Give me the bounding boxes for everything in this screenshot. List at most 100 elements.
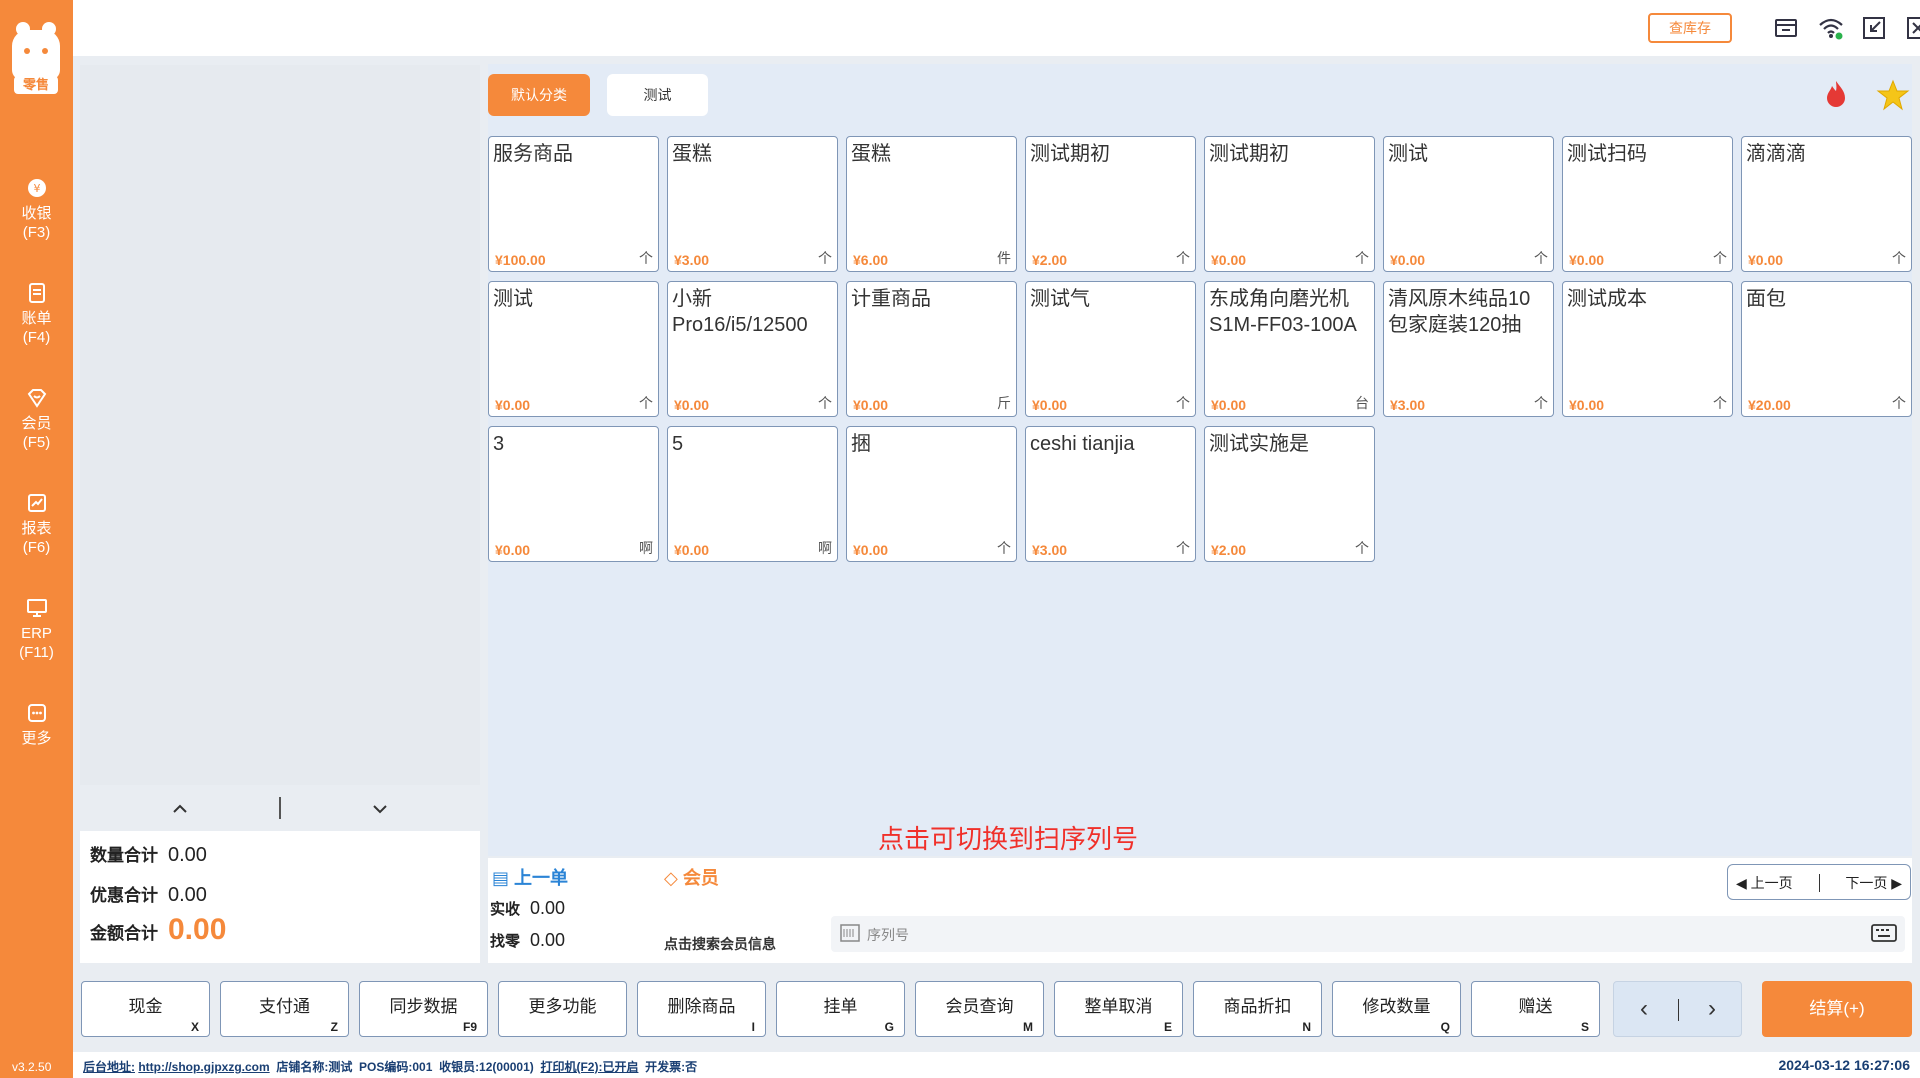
backend-url-link[interactable]: http://shop.gjpxzg.com bbox=[138, 1060, 269, 1074]
circle-left-icon: ◀ bbox=[1736, 875, 1747, 891]
cart-list[interactable] bbox=[80, 65, 480, 785]
member-search-link[interactable]: 点击搜索会员信息 bbox=[664, 934, 776, 954]
product-unit: 个 bbox=[997, 540, 1011, 556]
keyboard-icon[interactable] bbox=[1871, 922, 1897, 944]
hot-icon[interactable] bbox=[1820, 78, 1852, 110]
product-unit: 个 bbox=[1892, 250, 1906, 266]
function-button[interactable]: 删除商品 I bbox=[637, 981, 766, 1037]
product-tile[interactable]: 测试成本 ¥0.00 个 bbox=[1562, 281, 1733, 417]
sidebar-item-erp[interactable]: ERP (F11) bbox=[0, 596, 73, 662]
function-button[interactable]: 支付通 Z bbox=[220, 981, 349, 1037]
function-button[interactable]: 挂单 G bbox=[776, 981, 905, 1037]
function-shortcut: I bbox=[751, 1020, 755, 1034]
close-icon[interactable] bbox=[1904, 14, 1920, 42]
function-button[interactable]: 修改数量 Q bbox=[1332, 981, 1461, 1037]
member-link[interactable]: ◇ 会员 bbox=[664, 864, 719, 890]
function-button[interactable]: 赠送 S bbox=[1471, 981, 1600, 1037]
product-unit: 个 bbox=[1892, 395, 1906, 411]
product-unit: 个 bbox=[1713, 250, 1727, 266]
function-button[interactable]: 商品折扣 N bbox=[1193, 981, 1322, 1037]
product-name: 测试实施是 bbox=[1209, 433, 1309, 455]
function-button[interactable]: 会员查询 M bbox=[915, 981, 1044, 1037]
sidebar-item-report[interactable]: 报表 (F6) bbox=[0, 491, 73, 557]
product-tile[interactable]: 测试期初 ¥0.00 个 bbox=[1204, 136, 1375, 272]
function-button[interactable]: 现金 X bbox=[81, 981, 210, 1037]
circle-right-icon: ▶ bbox=[1891, 875, 1902, 891]
check-stock-button[interactable]: 查库存 bbox=[1648, 13, 1732, 43]
cash-drawer-icon[interactable] bbox=[1772, 14, 1800, 42]
sidebar-item-member[interactable]: 会员 (F5) bbox=[0, 386, 73, 452]
product-name: 测试 bbox=[1388, 143, 1428, 165]
product-tile[interactable]: 小新Pro16/i5/12500 ¥0.00 个 bbox=[667, 281, 838, 417]
serial-number-input[interactable]: 序列号 bbox=[831, 916, 1905, 952]
product-price: ¥0.00 bbox=[1748, 252, 1784, 268]
sidebar-item-bill[interactable]: 账单 (F4) bbox=[0, 281, 73, 347]
sidebar-item-more[interactable]: 更多 bbox=[0, 701, 73, 748]
sidebar-key: (F4) bbox=[22, 329, 51, 346]
sidebar-item-cashier[interactable]: ¥ 收银 (F3) bbox=[0, 176, 73, 242]
chevron-left-icon[interactable]: ‹ bbox=[1640, 997, 1648, 1021]
product-price: ¥0.00 bbox=[1569, 397, 1605, 413]
product-tile[interactable]: 服务商品 ¥100.00 个 bbox=[488, 136, 659, 272]
checkout-button[interactable]: 结算(+) bbox=[1762, 981, 1912, 1037]
shrink-icon[interactable] bbox=[1860, 14, 1888, 42]
product-tile[interactable]: 计重商品 ¥0.00 斤 bbox=[846, 281, 1017, 417]
function-button[interactable]: 同步数据 F9 bbox=[359, 981, 488, 1037]
product-tile[interactable]: 测试 ¥0.00 个 bbox=[488, 281, 659, 417]
function-button[interactable]: 整单取消 E bbox=[1054, 981, 1183, 1037]
previous-order-link[interactable]: ▤ 上一单 bbox=[492, 864, 568, 890]
function-shortcut: Z bbox=[330, 1020, 338, 1034]
scan-toggle-icon[interactable] bbox=[839, 922, 861, 944]
totals-box: 数量合计 0.00 优惠合计 0.00 金额合计 0.00 bbox=[80, 831, 480, 963]
discount-total: 优惠合计 0.00 bbox=[90, 884, 207, 906]
chevron-down-icon[interactable] bbox=[366, 795, 394, 823]
tab-default-category[interactable]: 默认分类 bbox=[488, 74, 590, 116]
product-tile[interactable]: 5 ¥0.00 啊 bbox=[667, 426, 838, 562]
product-tile[interactable]: 测试实施是 ¥2.00 个 bbox=[1204, 426, 1375, 562]
member-icon bbox=[25, 386, 49, 410]
function-label: 同步数据 bbox=[389, 997, 458, 1016]
product-tile[interactable]: 测试扫码 ¥0.00 个 bbox=[1562, 136, 1733, 272]
function-shortcut: X bbox=[190, 1020, 199, 1034]
product-tile[interactable]: 面包 ¥20.00 个 bbox=[1741, 281, 1912, 417]
function-label: 删除商品 bbox=[667, 997, 736, 1016]
function-label: 会员查询 bbox=[945, 997, 1014, 1016]
product-tile[interactable]: 测试 ¥0.00 个 bbox=[1383, 136, 1554, 272]
wifi-icon[interactable] bbox=[1817, 14, 1845, 42]
cart-scroll-controls bbox=[80, 785, 480, 831]
printer-status[interactable]: 打印机(F2):已开启 bbox=[540, 1060, 638, 1074]
function-button[interactable]: 更多功能 bbox=[498, 981, 627, 1037]
product-price: ¥0.00 bbox=[1032, 397, 1068, 413]
product-tile[interactable]: 3 ¥0.00 啊 bbox=[488, 426, 659, 562]
product-price: ¥0.00 bbox=[1569, 252, 1605, 268]
sidebar-label: 账单 bbox=[21, 310, 52, 327]
function-bar: 赠送 S 修改数量 Q 商品折扣 N 整单取消 E 会员查询 M 挂单 G 删除商品 I 更多功能 同步数据 F… bbox=[73, 970, 1920, 1042]
next-page-button[interactable]: 下一页 ▶ bbox=[1845, 873, 1902, 893]
product-name: ceshi tianjia bbox=[1030, 433, 1135, 455]
logo-tag: 零售 bbox=[14, 76, 58, 94]
product-tile[interactable]: 捆 ¥0.00 个 bbox=[846, 426, 1017, 562]
product-unit: 个 bbox=[1355, 540, 1369, 556]
more-icon bbox=[25, 701, 49, 725]
product-name: 东成角向磨光机S1M-FF03-100A bbox=[1209, 288, 1357, 336]
serial-placeholder: 序列号 bbox=[867, 927, 909, 943]
favorite-star-icon[interactable] bbox=[1876, 78, 1910, 112]
product-tile[interactable]: 东成角向磨光机S1M-FF03-100A ¥0.00 台 bbox=[1204, 281, 1375, 417]
product-tile[interactable]: 测试气 ¥0.00 个 bbox=[1025, 281, 1196, 417]
chevron-right-icon[interactable]: › bbox=[1708, 997, 1716, 1021]
chevron-up-icon[interactable] bbox=[166, 795, 194, 823]
product-tile[interactable]: 蛋糕 ¥3.00 个 bbox=[667, 136, 838, 272]
status-info: 后台地址: http://shop.gjpxzg.com 店铺名称:测试 POS… bbox=[83, 1058, 697, 1075]
product-name: 测试期初 bbox=[1030, 143, 1110, 165]
tab-test[interactable]: 测试 bbox=[607, 74, 708, 116]
product-unit: 个 bbox=[1176, 540, 1190, 556]
product-name: 5 bbox=[672, 433, 684, 455]
product-tile[interactable]: 清风原木纯品10包家庭装120抽 ¥3.00 个 bbox=[1383, 281, 1554, 417]
product-name: 3 bbox=[493, 433, 505, 455]
product-tile[interactable]: 蛋糕 ¥6.00 件 bbox=[846, 136, 1017, 272]
prev-page-button[interactable]: ◀ 上一页 bbox=[1736, 873, 1793, 893]
change-amount: 找零 0.00 bbox=[490, 930, 566, 950]
product-tile[interactable]: 测试期初 ¥2.00 个 bbox=[1025, 136, 1196, 272]
product-tile[interactable]: ceshi tianjia ¥3.00 个 bbox=[1025, 426, 1196, 562]
product-tile[interactable]: 滴滴滴 ¥0.00 个 bbox=[1741, 136, 1912, 272]
